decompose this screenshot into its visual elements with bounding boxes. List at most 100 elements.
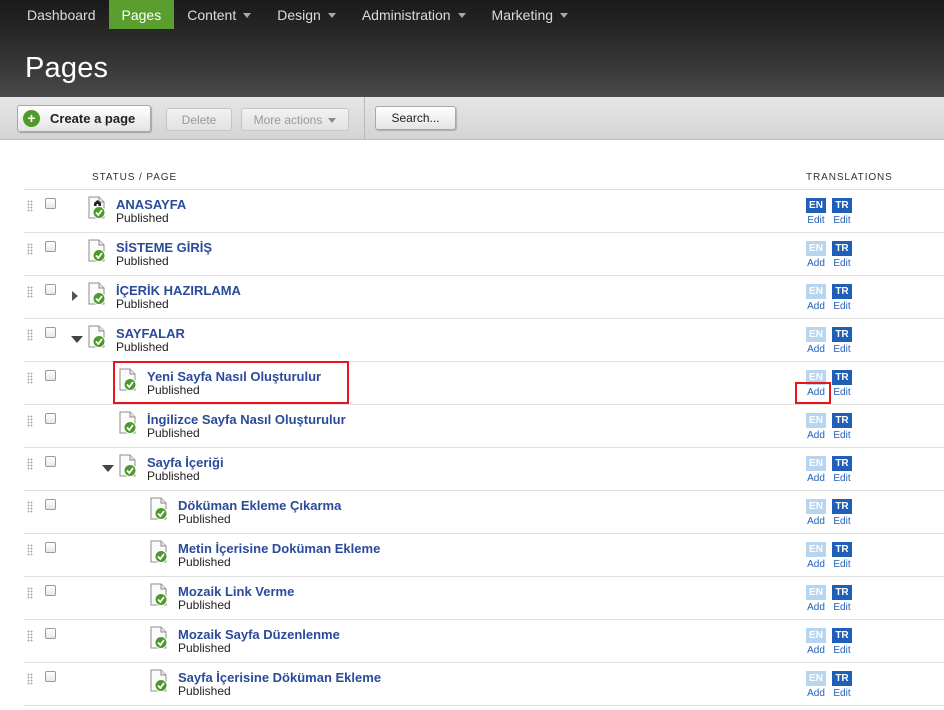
drag-handle-icon[interactable] [27,630,33,642]
drag-handle-icon[interactable] [27,501,33,513]
page-name-link[interactable]: Sayfa İçeriği [147,455,224,470]
search-button[interactable]: Search... [375,106,456,130]
add-translation-link[interactable]: Add [807,258,825,269]
edit-translation-link[interactable]: Edit [833,430,850,441]
drag-handle-icon[interactable] [27,200,33,212]
add-translation-link[interactable]: Add [807,387,825,398]
nav-item-dashboard[interactable]: Dashboard [0,0,109,29]
row-checkbox[interactable] [45,327,56,338]
page-name-link[interactable]: İngilizce Sayfa Nasıl Oluşturulur [147,412,346,427]
add-translation-link[interactable]: Add [807,559,825,570]
nav-item-label: Marketing [491,6,554,23]
lang-badge-tr: TR [832,370,852,385]
lang-badge-en: EN [806,542,826,557]
page-status: Published [116,297,169,311]
edit-translation-link[interactable]: Edit [833,602,850,613]
page-name-link[interactable]: Döküman Ekleme Çıkarma [178,498,341,513]
page-published-icon [88,325,106,348]
row-checkbox[interactable] [45,542,56,553]
add-translation-link[interactable]: Add [807,301,825,312]
row-checkbox[interactable] [45,456,56,467]
drag-handle-icon[interactable] [27,286,33,298]
edit-translation-link[interactable]: Edit [833,215,850,226]
row-checkbox[interactable] [45,628,56,639]
nav-item-content[interactable]: Content [174,0,264,29]
page-name-link[interactable]: İÇERİK HAZIRLAMA [116,283,241,298]
translation-tr: TR Edit [832,198,852,226]
nav-item-marketing[interactable]: Marketing [479,0,581,29]
page-status: Published [178,641,231,655]
drag-handle-icon[interactable] [27,587,33,599]
more-actions-button[interactable]: More actions [241,108,349,131]
page-status: Published [147,426,200,440]
edit-translation-link[interactable]: Edit [807,215,824,226]
collapse-toggle-icon[interactable] [71,336,83,343]
edit-translation-link[interactable]: Edit [833,688,850,699]
page-published-icon [150,583,168,606]
nav-item-pages[interactable]: Pages [108,0,175,29]
translation-tr: TR Edit [832,585,852,613]
drag-handle-icon[interactable] [27,544,33,556]
collapse-toggle-icon[interactable] [102,465,114,472]
add-translation-link[interactable]: Add [807,602,825,613]
row-checkbox[interactable] [45,413,56,424]
drag-handle-icon[interactable] [27,458,33,470]
page-name-link[interactable]: Mozaik Link Verme [178,584,294,599]
translations: EN Add TR Edit [806,628,852,656]
translations: EN Add TR Edit [806,585,852,613]
lang-badge-en: EN [806,241,826,256]
expand-toggle-icon[interactable] [72,291,78,301]
create-page-button[interactable]: + Create a page [17,105,151,132]
translation-tr: TR Edit [832,499,852,527]
row-checkbox[interactable] [45,370,56,381]
nav-item-label: Design [277,6,321,23]
drag-handle-icon[interactable] [27,243,33,255]
add-translation-link[interactable]: Add [807,473,825,484]
lang-badge-tr: TR [832,542,852,557]
add-translation-link[interactable]: Add [807,688,825,699]
row-checkbox[interactable] [45,198,56,209]
translation-en: EN Edit [806,198,826,226]
page-status: Published [178,598,231,612]
page-name-link[interactable]: SİSTEME GİRİŞ [116,240,212,255]
add-translation-link[interactable]: Add [807,344,825,355]
translation-tr: TR Edit [832,241,852,269]
edit-translation-link[interactable]: Edit [833,344,850,355]
page-name-link[interactable]: Sayfa İçerisine Döküman Ekleme [178,670,381,685]
row-checkbox[interactable] [45,241,56,252]
row-checkbox[interactable] [45,585,56,596]
row-checkbox[interactable] [45,499,56,510]
nav-item-administration[interactable]: Administration [349,0,479,29]
drag-handle-icon[interactable] [27,673,33,685]
translations: EN Add TR Edit [806,370,852,398]
translations: EN Add TR Edit [806,542,852,570]
add-translation-link[interactable]: Add [807,430,825,441]
edit-translation-link[interactable]: Edit [833,473,850,484]
edit-translation-link[interactable]: Edit [833,559,850,570]
page-name-link[interactable]: ANASAYFA [116,197,186,212]
drag-handle-icon[interactable] [27,329,33,341]
edit-translation-link[interactable]: Edit [833,516,850,527]
row-checkbox[interactable] [45,284,56,295]
page-name-link[interactable]: Yeni Sayfa Nasıl Oluşturulur [147,369,321,384]
page-name-link[interactable]: Metin İçerisine Doküman Ekleme [178,541,380,556]
drag-handle-icon[interactable] [27,415,33,427]
page-name-link[interactable]: Mozaik Sayfa Düzenlenme [178,627,340,642]
translation-en: EN Add [806,241,826,269]
page-name-link[interactable]: SAYFALAR [116,326,185,341]
translation-en: EN Add [806,499,826,527]
translation-tr: TR Edit [832,456,852,484]
add-translation-link[interactable]: Add [807,516,825,527]
delete-button[interactable]: Delete [166,108,232,131]
row-checkbox[interactable] [45,671,56,682]
drag-handle-icon[interactable] [27,372,33,384]
edit-translation-link[interactable]: Edit [833,387,850,398]
add-translation-link[interactable]: Add [807,645,825,656]
table-row: Yeni Sayfa Nasıl Oluşturulur Published EN A… [24,362,944,405]
edit-translation-link[interactable]: Edit [833,258,850,269]
edit-translation-link[interactable]: Edit [833,645,850,656]
lang-badge-en: EN [806,628,826,643]
edit-translation-link[interactable]: Edit [833,301,850,312]
nav-item-design[interactable]: Design [264,0,349,29]
translations-header: TRANSLATIONS [806,172,893,183]
